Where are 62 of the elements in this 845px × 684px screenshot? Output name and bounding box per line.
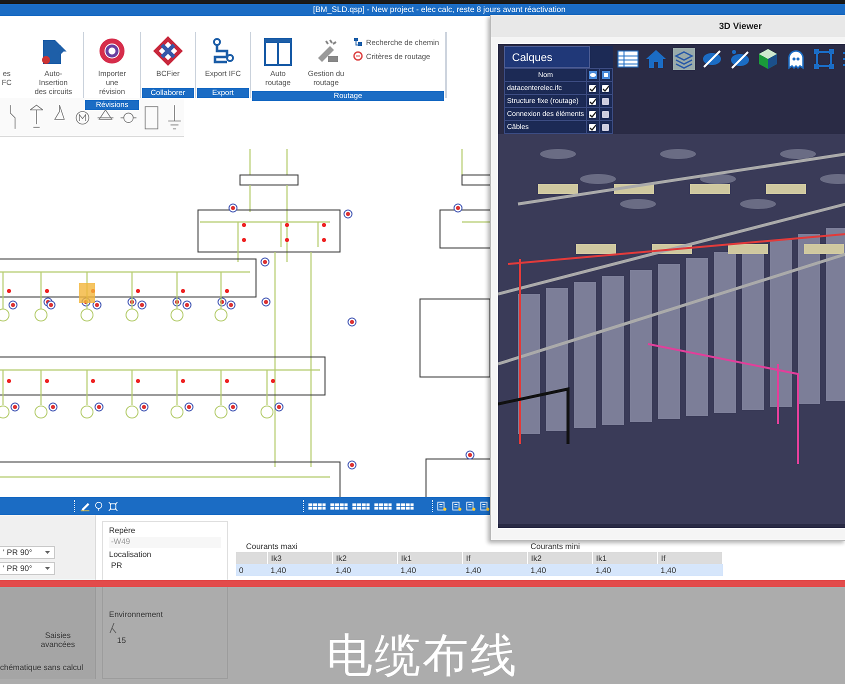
criteria-icon bbox=[353, 51, 364, 61]
zoom-extents-icon[interactable] bbox=[108, 500, 119, 512]
table-cell: 1,40 bbox=[592, 564, 658, 576]
column-group-header: Courants mini bbox=[530, 542, 580, 550]
input-field[interactable]: PR bbox=[109, 561, 221, 572]
panel-title: Calques bbox=[504, 46, 590, 68]
window-title: [BM_SLD.qsp] - New project - elec calc, reste 8 jours avant réactivation bbox=[0, 4, 845, 16]
table-cell: 1,40 bbox=[398, 564, 462, 576]
home-icon[interactable] bbox=[645, 48, 668, 70]
cube-icon[interactable] bbox=[757, 48, 780, 70]
field-label: Environnement bbox=[109, 610, 164, 619]
report-icon[interactable] bbox=[480, 500, 490, 512]
column-header[interactable]: If bbox=[462, 552, 528, 564]
table-cell: 1,40 bbox=[528, 564, 592, 576]
panel-layout-icon bbox=[262, 36, 294, 66]
checkbox[interactable] bbox=[602, 98, 610, 104]
column-header[interactable]: Ik1 bbox=[398, 552, 462, 564]
path-search-icon bbox=[353, 37, 364, 47]
layers-icon[interactable] bbox=[673, 48, 696, 70]
report-icon[interactable] bbox=[437, 500, 448, 512]
column-group-header: Courants maxi bbox=[246, 542, 298, 550]
column-header[interactable]: If bbox=[658, 552, 722, 564]
location-pin-icon[interactable] bbox=[94, 500, 104, 512]
checkbox[interactable] bbox=[602, 84, 610, 92]
table-row[interactable]: 0 1,40 1,40 1,40 1,40 1,40 1,40 1,40 bbox=[236, 564, 722, 576]
checkbox[interactable] bbox=[589, 98, 596, 104]
column-header[interactable]: Ik2 bbox=[528, 552, 592, 564]
window-title: 3D Viewer bbox=[491, 15, 845, 37]
dropdown[interactable]: ' PR 90° bbox=[0, 562, 55, 575]
report-icon[interactable] bbox=[452, 500, 462, 512]
subtitle-caption: 电缆布线 bbox=[326, 632, 518, 678]
table-cell: 1,40 bbox=[658, 564, 722, 576]
table-icon[interactable] bbox=[617, 48, 640, 70]
environment-value: 15 bbox=[116, 636, 127, 647]
visibility-eye-icon bbox=[589, 71, 598, 79]
field-label: Localisation bbox=[109, 550, 152, 559]
report-icon[interactable] bbox=[466, 500, 476, 512]
advanced-input-button[interactable]: Saisies avancées bbox=[34, 630, 81, 650]
table-cell: 1,40 bbox=[462, 564, 528, 576]
hidden-eye-icon[interactable] bbox=[729, 48, 752, 70]
column-header[interactable]: Ik3 bbox=[268, 552, 332, 564]
diamond-logo-icon bbox=[152, 36, 184, 66]
table-cell: 1,40 bbox=[268, 564, 332, 576]
caret-icon bbox=[45, 551, 50, 554]
field-label: Repère bbox=[109, 526, 136, 535]
checkbox[interactable] bbox=[602, 110, 610, 118]
column-header[interactable]: Ik2 bbox=[332, 552, 398, 564]
checkbox[interactable] bbox=[589, 124, 596, 130]
hidden-eye-icon[interactable] bbox=[701, 48, 724, 70]
lambda-icon bbox=[109, 621, 119, 634]
table-cell: 0 bbox=[236, 564, 268, 576]
dropdown[interactable]: ' PR 90° bbox=[0, 546, 55, 559]
3d-scene-drawing[interactable] bbox=[498, 134, 845, 524]
checkbox[interactable] bbox=[602, 124, 610, 130]
mode-label: chématique sans calcul bbox=[0, 663, 84, 672]
transparency-icon bbox=[602, 71, 610, 79]
checkbox[interactable] bbox=[589, 84, 596, 92]
caret-icon bbox=[45, 567, 50, 570]
checkbox[interactable] bbox=[589, 110, 596, 118]
table-cell: 1,40 bbox=[332, 564, 398, 576]
column-header[interactable]: Ik1 bbox=[592, 552, 658, 564]
bounding-box-icon[interactable] bbox=[813, 48, 836, 70]
